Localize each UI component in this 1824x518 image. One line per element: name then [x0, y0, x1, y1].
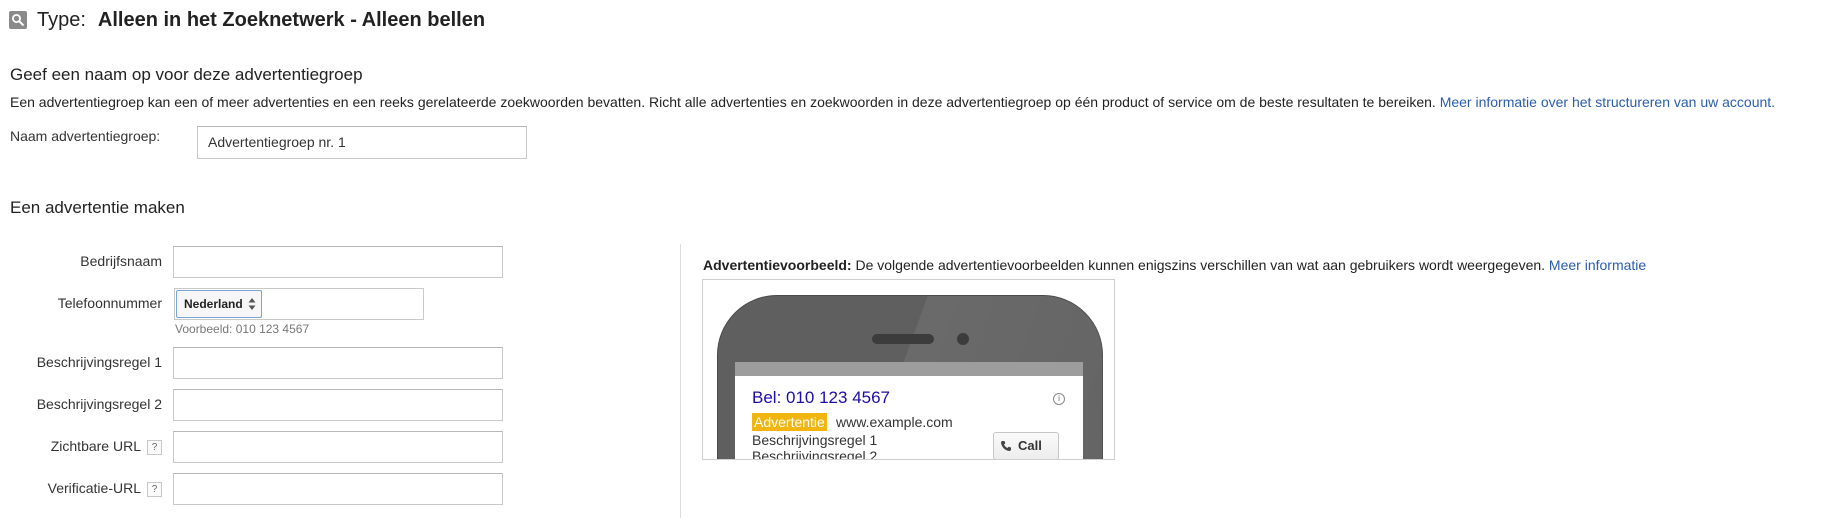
ad-preview-box: Bel: 010 123 4567 i Advertentie www.exam…: [702, 279, 1115, 460]
phone-speaker: [872, 334, 934, 344]
display-url-input[interactable]: [173, 431, 503, 463]
phone-screen: Bel: 010 123 4567 i Advertentie www.exam…: [735, 376, 1083, 460]
description-line-1-input[interactable]: [173, 347, 503, 379]
ad-preview-label: Advertentievoorbeeld:: [703, 257, 852, 273]
column-divider: [680, 244, 681, 518]
verification-url-label-row: Verificatie-URL?: [20, 480, 162, 497]
description-line-2-input[interactable]: [173, 389, 503, 421]
more-info-link[interactable]: Meer informatie: [1549, 257, 1646, 273]
ad-preview-caption: Advertentievoorbeeld: De volgende advert…: [703, 257, 1646, 273]
select-arrows-icon: [248, 298, 256, 310]
help-icon[interactable]: ?: [147, 440, 162, 455]
phone-example-hint: Voorbeeld: 010 123 4567: [175, 322, 310, 336]
phone-icon: [1001, 441, 1011, 451]
ad-preview-line-1: Beschrijvingsregel 1: [752, 432, 878, 448]
description-line-2-label: Beschrijvingsregel 2: [36, 396, 162, 412]
type-header: Type: Alleen in het Zoeknetwerk - Alleen…: [9, 6, 485, 34]
page: Type: Alleen in het Zoeknetwerk - Alleen…: [0, 0, 1824, 518]
ad-group-description: Een advertentiegroep kan een of meer adv…: [10, 94, 1775, 110]
ad-group-name-input[interactable]: Advertentiegroep nr. 1: [197, 126, 527, 159]
call-button-label: Call: [1018, 438, 1042, 453]
ad-preview-disclaimer: De volgende advertentievoorbeelden kunne…: [855, 257, 1546, 273]
info-icon: i: [1053, 393, 1065, 405]
description-line-1-label: Beschrijvingsregel 1: [36, 354, 162, 370]
display-url-label: Zichtbare URL: [50, 438, 141, 454]
ad-group-heading: Geef een naam op voor deze advertentiegr…: [10, 65, 363, 84]
campaign-type: Alleen in het Zoeknetwerk - Alleen belle…: [97, 8, 486, 31]
phone-group: Nederland: [174, 288, 424, 320]
call-button: Call: [993, 432, 1059, 459]
country-select-value: Nederland: [184, 297, 243, 311]
ad-preview-title: Bel: 010 123 4567: [752, 388, 891, 407]
phone-number-input[interactable]: [265, 290, 421, 318]
phone-camera: [957, 333, 969, 345]
help-icon[interactable]: ?: [147, 482, 162, 497]
learn-more-link[interactable]: Meer informatie over het structureren va…: [1440, 94, 1775, 110]
ad-group-description-text: Een advertentiegroep kan een of meer adv…: [10, 94, 1436, 110]
verification-url-label: Verificatie-URL: [47, 480, 141, 496]
ad-badge: Advertentie: [752, 413, 827, 431]
create-ad-heading: Een advertentie maken: [10, 198, 185, 217]
ad-preview-url: www.example.com: [836, 414, 953, 430]
type-label: Type:: [37, 8, 86, 31]
phone-status-bar: [735, 362, 1083, 376]
display-url-label-row: Zichtbare URL?: [20, 438, 162, 455]
ad-preview-line-2: Beschrijvingsregel 2: [752, 448, 878, 460]
phone-label: Telefoonnummer: [57, 295, 162, 311]
country-select[interactable]: Nederland: [176, 290, 262, 318]
search-icon: [9, 11, 27, 29]
verification-url-input[interactable]: [173, 473, 503, 505]
ad-group-name-label: Naam advertentiegroep:: [10, 128, 161, 144]
business-name-label: Bedrijfsnaam: [80, 253, 162, 269]
business-name-input[interactable]: [173, 246, 503, 278]
